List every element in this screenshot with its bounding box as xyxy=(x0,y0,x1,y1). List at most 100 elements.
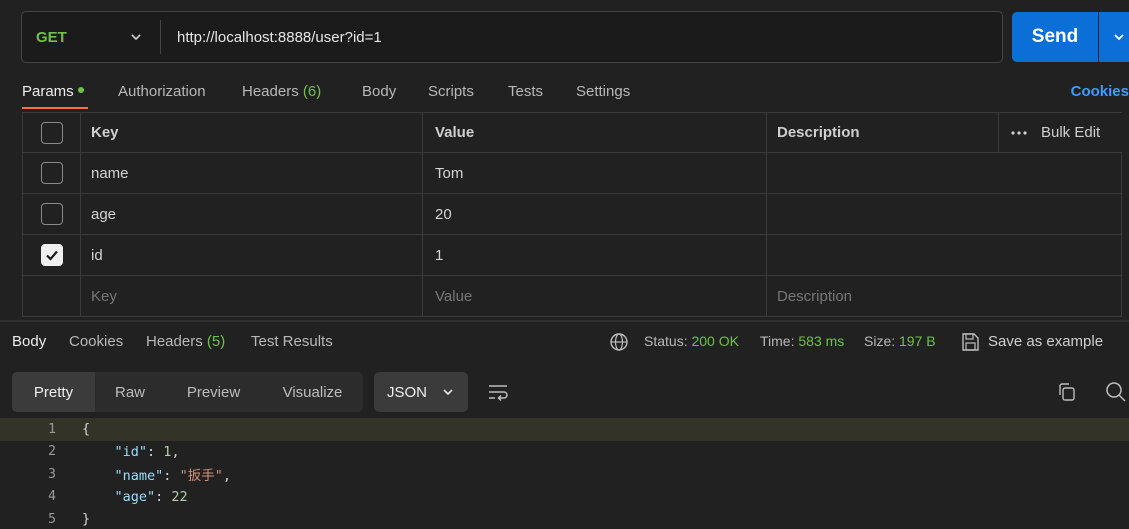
code-line: 2 "id": 1, xyxy=(0,441,1129,464)
param-row-age: age 20 xyxy=(23,194,1122,235)
new-key-input[interactable]: Key xyxy=(81,276,423,316)
param-key[interactable]: age xyxy=(81,194,423,234)
tab-headers[interactable]: Headers (6) xyxy=(242,83,321,100)
wrap-lines-icon xyxy=(489,385,508,402)
param-value[interactable]: 1 xyxy=(423,235,767,275)
code-text: "id": 1, xyxy=(114,443,180,460)
response-tab-body[interactable]: Body xyxy=(12,333,46,350)
line-number: 3 xyxy=(48,466,56,482)
bulk-edit-button[interactable]: Bulk Edit xyxy=(998,113,1122,152)
search-button[interactable] xyxy=(1104,380,1128,404)
status-value: 200 OK xyxy=(691,333,739,349)
json-comma: , xyxy=(171,443,180,460)
json-key: "id" xyxy=(114,443,148,460)
send-options-button[interactable] xyxy=(1099,12,1129,62)
code-text: } xyxy=(82,511,91,528)
tab-headers-label: Headers xyxy=(242,83,299,100)
key-column-header: Key xyxy=(81,113,423,152)
response-tab-headers-count: (5) xyxy=(206,333,226,350)
response-tab-cookies[interactable]: Cookies xyxy=(69,333,123,350)
chevron-down-icon xyxy=(131,34,141,41)
view-visualize-button[interactable]: Visualize xyxy=(262,372,363,412)
description-column-header: Description xyxy=(777,124,860,141)
param-enabled-checkbox[interactable] xyxy=(40,162,63,184)
size-label: Size: xyxy=(864,333,896,349)
line-number: 4 xyxy=(48,489,56,505)
tab-tests[interactable]: Tests xyxy=(508,83,543,100)
line-number: 1 xyxy=(48,421,56,437)
copy-button[interactable] xyxy=(1055,380,1079,404)
chevron-down-icon xyxy=(443,389,453,396)
param-value[interactable]: 20 xyxy=(423,194,767,234)
view-raw-button[interactable]: Raw xyxy=(95,372,165,412)
checkmark-icon xyxy=(45,250,58,261)
response-tab-headers[interactable]: Headers (5) xyxy=(146,333,225,350)
bulk-edit-label: Bulk Edit xyxy=(1041,124,1101,141)
line-number: 2 xyxy=(48,444,56,460)
method-select[interactable]: GET xyxy=(22,12,160,62)
response-status[interactable]: Status: 200 OK xyxy=(644,333,739,349)
value-column-header: Value xyxy=(423,113,767,152)
param-description[interactable] xyxy=(767,153,1122,193)
save-as-example-button[interactable]: Save as example xyxy=(988,333,1103,350)
param-description[interactable] xyxy=(767,235,1122,275)
tab-body[interactable]: Body xyxy=(362,83,396,100)
cookies-link[interactable]: Cookies xyxy=(1071,83,1129,100)
line-number: 5 xyxy=(48,511,56,527)
json-key: "name" xyxy=(114,468,164,485)
param-key[interactable]: id xyxy=(81,235,423,275)
params-header-row: Key Value Description Bulk Edit xyxy=(23,112,1122,153)
param-row-new: Key Value Description xyxy=(23,276,1122,317)
new-value-input[interactable]: Value xyxy=(423,276,767,316)
param-description[interactable] xyxy=(767,194,1122,234)
select-all-checkbox[interactable] xyxy=(40,121,63,144)
copy-icon xyxy=(1059,383,1075,401)
tab-settings[interactable]: Settings xyxy=(576,83,630,100)
search-icon xyxy=(1106,382,1126,402)
response-time[interactable]: Time: 583 ms xyxy=(760,333,844,349)
send-button[interactable]: Send xyxy=(1012,12,1098,62)
response-size[interactable]: Size: 197 B xyxy=(864,333,936,349)
active-tab-underline xyxy=(22,107,88,109)
json-comma: , xyxy=(222,468,231,485)
param-checkbox-cell xyxy=(23,276,81,316)
tab-authorization[interactable]: Authorization xyxy=(118,83,206,100)
format-select[interactable]: JSON xyxy=(374,372,468,412)
param-value[interactable]: Tom xyxy=(423,153,767,193)
status-label: Status: xyxy=(644,333,688,349)
code-line: 1 { xyxy=(0,418,1129,441)
more-options-icon[interactable] xyxy=(1011,130,1027,135)
globe-icon[interactable] xyxy=(609,332,629,352)
new-description-input[interactable]: Description xyxy=(767,276,1122,316)
code-line: 5 } xyxy=(0,508,1129,529)
param-key[interactable]: name xyxy=(81,153,423,193)
request-url-bar: GET xyxy=(21,11,1003,63)
url-input[interactable] xyxy=(161,12,1002,62)
view-preview-button[interactable]: Preview xyxy=(165,372,262,412)
param-enabled-checkbox[interactable] xyxy=(40,244,63,266)
code-text: "name": "扳手", xyxy=(114,468,231,485)
tab-params-label: Params xyxy=(22,83,74,100)
param-checkbox-cell xyxy=(23,235,81,275)
response-body-editor[interactable]: 1 { 2 "id": 1, 3 "name": "扳手", 4 "age": … xyxy=(0,418,1129,529)
time-value: 583 ms xyxy=(798,333,845,349)
response-tabs: Body Cookies Headers (5) Test Results St… xyxy=(0,330,1129,356)
json-key: "age" xyxy=(114,488,156,505)
param-row-id: id 1 xyxy=(23,235,1122,276)
chevron-down-icon xyxy=(1114,34,1124,41)
tab-params[interactable]: Params xyxy=(22,83,84,100)
param-enabled-checkbox[interactable] xyxy=(40,203,63,225)
select-all-cell xyxy=(23,113,81,152)
code-line: 3 "name": "扳手", xyxy=(0,463,1129,486)
code-line: 4 "age": 22 xyxy=(0,486,1129,509)
time-label: Time: xyxy=(760,333,795,349)
tab-headers-count: (6) xyxy=(302,83,322,100)
wrap-lines-button[interactable] xyxy=(486,380,510,404)
response-tab-test-results[interactable]: Test Results xyxy=(251,333,333,350)
view-mode-segmented-control: Pretty Raw Preview Visualize xyxy=(12,372,363,412)
tab-scripts[interactable]: Scripts xyxy=(428,83,474,100)
pane-divider[interactable] xyxy=(0,320,1129,322)
save-icon[interactable] xyxy=(961,332,980,352)
json-value: 22 xyxy=(171,488,188,505)
view-pretty-button[interactable]: Pretty xyxy=(12,372,95,412)
